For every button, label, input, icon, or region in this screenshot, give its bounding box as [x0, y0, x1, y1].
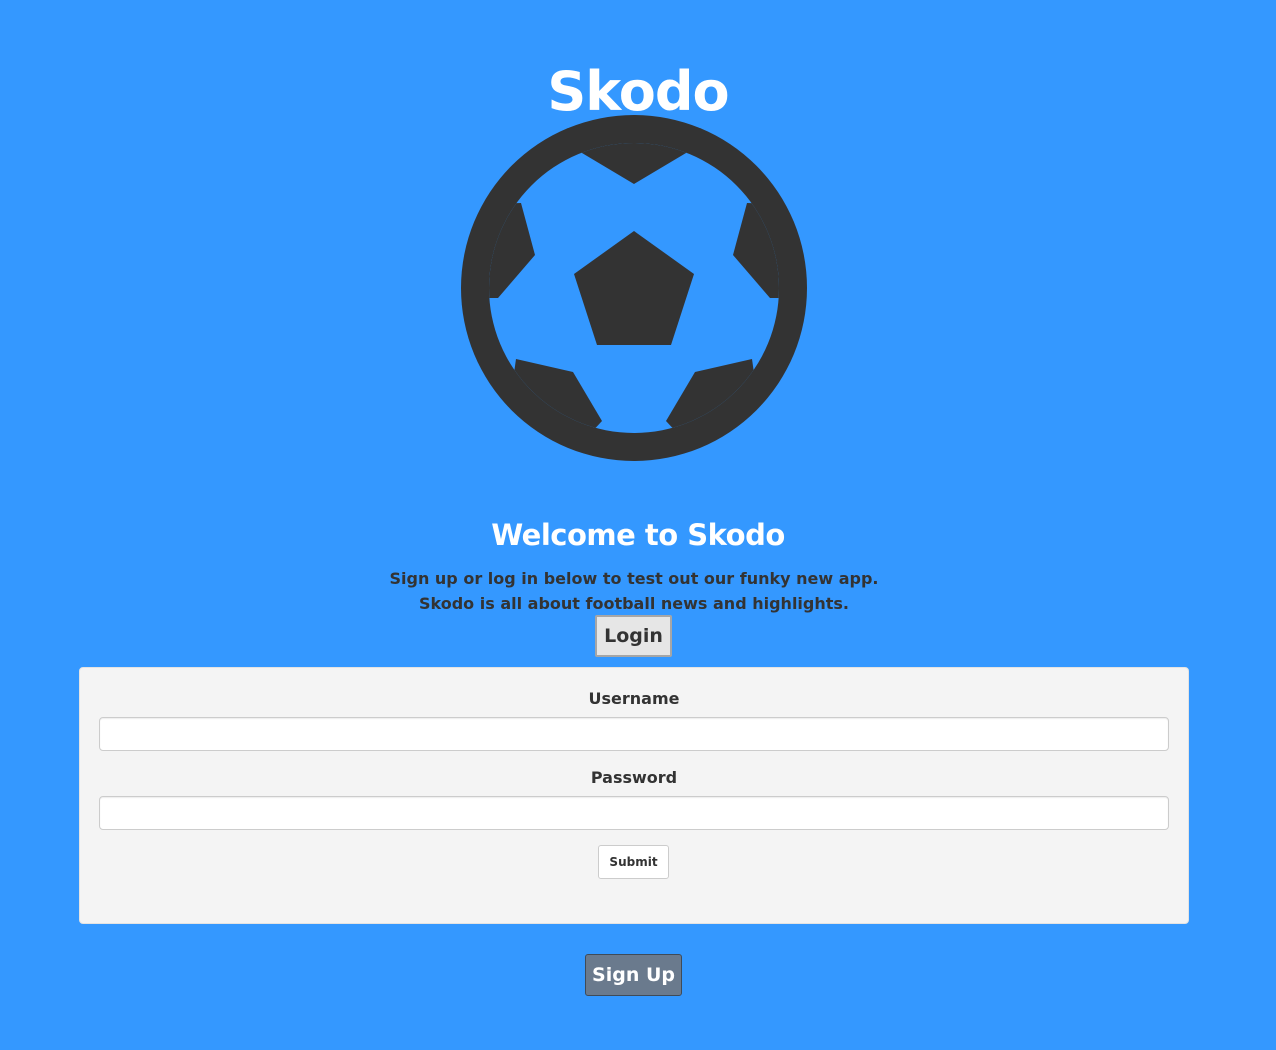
soccer-ball-icon	[461, 115, 807, 461]
welcome-heading: Welcome to Skodo	[491, 518, 785, 553]
submit-button[interactable]: Submit	[598, 845, 669, 879]
intro-text: Sign up or log in below to test out our …	[389, 569, 879, 613]
username-label: Username	[588, 689, 680, 708]
login-form-panel: Username Password Submit	[79, 667, 1189, 924]
password-label: Password	[590, 768, 678, 787]
sign-up-button[interactable]: Sign Up	[585, 954, 682, 996]
login-button[interactable]: Login	[595, 615, 672, 657]
password-input[interactable]	[99, 796, 1169, 830]
username-input[interactable]	[99, 717, 1169, 751]
